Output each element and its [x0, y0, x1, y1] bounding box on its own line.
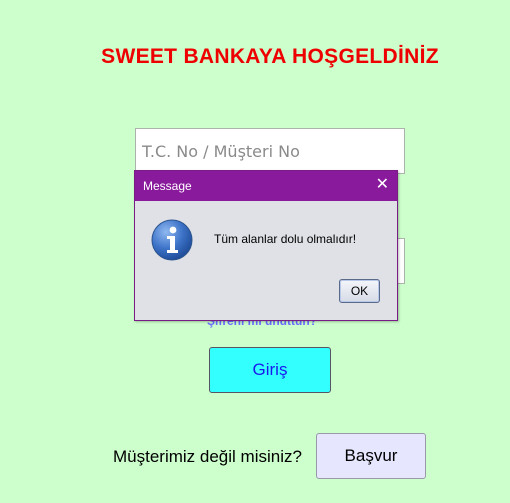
- login-button[interactable]: Giriş: [209, 347, 331, 393]
- ok-button[interactable]: OK: [339, 279, 380, 303]
- customer-id-field[interactable]: [135, 128, 405, 174]
- dialog-title: Message: [143, 179, 192, 193]
- page-title: SWEET BANKAYA HOŞGELDİNİZ: [101, 45, 439, 68]
- dialog-titlebar[interactable]: Message ✕: [135, 171, 397, 201]
- apply-button[interactable]: Başvur: [316, 433, 426, 479]
- customer-id-input[interactable]: [136, 129, 404, 173]
- not-customer-label: Müşterimiz değil misiniz?: [113, 447, 302, 466]
- dialog-message: Tüm alanlar dolu olmalıdır!: [214, 232, 357, 246]
- close-icon[interactable]: ✕: [376, 174, 389, 194]
- info-icon: [151, 219, 193, 261]
- message-dialog: Message ✕ Tüm alanlar dolu olmalıdır! OK: [134, 170, 398, 321]
